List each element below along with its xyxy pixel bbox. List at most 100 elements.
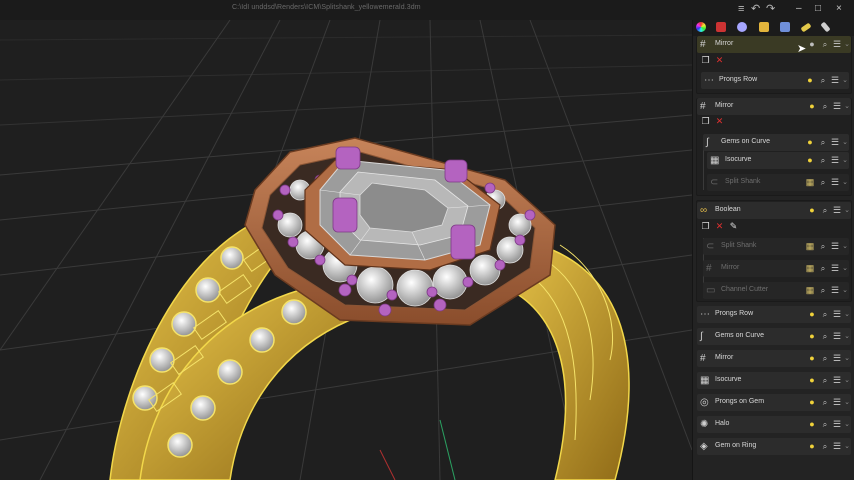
settings-lines-icon[interactable]: ☰ bbox=[832, 205, 842, 216]
visibility-bulb-icon[interactable]: ● bbox=[807, 309, 817, 320]
find-icon[interactable]: ⌕ bbox=[820, 441, 830, 452]
visibility-bulb-icon[interactable]: ● bbox=[805, 155, 815, 166]
maximize-button[interactable]: □ bbox=[815, 3, 821, 15]
history-item-split-shank[interactable]: ⊂ Split Shank ▦ ⌕ ☰ ⌄ bbox=[703, 238, 849, 255]
history-item-mirror[interactable]: # Mirror ▦ ⌕ ☰ ⌄ bbox=[703, 260, 849, 277]
delete-icon[interactable]: ✕ bbox=[715, 56, 724, 65]
history-item-boolean[interactable]: ∞ Boolean ● ⌕ ☰ ⌄ bbox=[697, 202, 851, 219]
material-icon[interactable] bbox=[716, 22, 726, 32]
lock-icon[interactable]: ▦ bbox=[805, 263, 815, 274]
settings-lines-icon[interactable]: ☰ bbox=[830, 263, 840, 274]
history-item-prongs-on-gem[interactable]: ◎ Prongs on Gem ● ⌕ ☰ ⌄ bbox=[697, 394, 851, 411]
menu-lines-icon[interactable]: ≡ bbox=[738, 3, 744, 15]
chevron-down-icon[interactable]: ⌄ bbox=[843, 441, 851, 452]
visibility-bulb-icon[interactable]: ● bbox=[807, 353, 817, 364]
history-item-gem-on-ring[interactable]: ◈ Gem on Ring ● ⌕ ☰ ⌄ bbox=[697, 438, 851, 455]
chevron-down-icon[interactable]: ⌄ bbox=[841, 137, 849, 148]
history-item-mirror[interactable]: # Mirror ● ⌕ ☰ ⌄ bbox=[697, 36, 851, 53]
settings-lines-icon[interactable]: ☰ bbox=[832, 419, 842, 430]
history-item-split-shank[interactable]: ⊂ Split Shank ▦ ⌕ ☰ ⌄ bbox=[707, 174, 849, 191]
find-icon[interactable]: ⌕ bbox=[820, 39, 830, 50]
find-icon[interactable]: ⌕ bbox=[820, 331, 830, 342]
settings-lines-icon[interactable]: ☰ bbox=[830, 285, 840, 296]
copy-icon[interactable]: ❐ bbox=[701, 117, 710, 126]
find-icon[interactable]: ⌕ bbox=[818, 155, 828, 166]
find-icon[interactable]: ⌕ bbox=[820, 375, 830, 386]
settings-lines-icon[interactable]: ☰ bbox=[830, 75, 840, 86]
chevron-down-icon[interactable]: ⌄ bbox=[841, 263, 849, 274]
history-item-mirror[interactable]: # Mirror ● ⌕ ☰ ⌄ bbox=[697, 350, 851, 367]
settings-lines-icon[interactable]: ☰ bbox=[832, 375, 842, 386]
settings-lines-icon[interactable]: ☰ bbox=[830, 241, 840, 252]
find-icon[interactable]: ⌕ bbox=[820, 205, 830, 216]
undo-icon[interactable]: ↶ bbox=[751, 3, 760, 15]
layers-icon[interactable] bbox=[737, 22, 747, 32]
copy-icon[interactable]: ❐ bbox=[701, 222, 710, 231]
edit-icon[interactable]: ✎ bbox=[729, 222, 738, 231]
chevron-down-icon[interactable]: ⌄ bbox=[841, 285, 849, 296]
visibility-bulb-icon[interactable]: ● bbox=[805, 137, 815, 148]
visibility-bulb-icon[interactable]: ● bbox=[807, 375, 817, 386]
chevron-down-icon[interactable]: ⌄ bbox=[843, 101, 851, 112]
visibility-bulb-icon[interactable]: ● bbox=[807, 101, 817, 112]
find-icon[interactable]: ⌕ bbox=[818, 263, 828, 274]
chevron-down-icon[interactable]: ⌄ bbox=[843, 39, 851, 50]
find-icon[interactable]: ⌕ bbox=[818, 241, 828, 252]
chevron-down-icon[interactable]: ⌄ bbox=[843, 375, 851, 386]
visibility-bulb-icon[interactable]: ● bbox=[807, 441, 817, 452]
visibility-bulb-icon[interactable]: ● bbox=[807, 397, 817, 408]
folder-icon[interactable] bbox=[759, 22, 769, 32]
chevron-down-icon[interactable]: ⌄ bbox=[841, 75, 849, 86]
visibility-bulb-icon[interactable]: ● bbox=[805, 75, 815, 86]
find-icon[interactable]: ⌕ bbox=[818, 137, 828, 148]
copy-icon[interactable]: ❐ bbox=[701, 56, 710, 65]
find-icon[interactable]: ⌕ bbox=[818, 285, 828, 296]
settings-lines-icon[interactable]: ☰ bbox=[830, 177, 840, 188]
settings-lines-icon[interactable]: ☰ bbox=[832, 397, 842, 408]
find-icon[interactable]: ⌕ bbox=[820, 309, 830, 320]
find-icon[interactable]: ⌕ bbox=[820, 397, 830, 408]
chevron-down-icon[interactable]: ⌄ bbox=[843, 353, 851, 364]
find-icon[interactable]: ⌕ bbox=[820, 419, 830, 430]
settings-lines-icon[interactable]: ☰ bbox=[832, 331, 842, 342]
color-wheel-icon[interactable] bbox=[696, 22, 706, 32]
close-button[interactable]: × bbox=[836, 3, 842, 15]
minimize-button[interactable]: – bbox=[796, 3, 802, 15]
visibility-bulb-icon[interactable]: ● bbox=[807, 205, 817, 216]
chevron-down-icon[interactable]: ⌄ bbox=[843, 309, 851, 320]
settings-lines-icon[interactable]: ☰ bbox=[830, 155, 840, 166]
image-icon[interactable] bbox=[780, 22, 790, 32]
wrench-icon[interactable] bbox=[820, 21, 831, 33]
find-icon[interactable]: ⌕ bbox=[820, 353, 830, 364]
chevron-down-icon[interactable]: ⌄ bbox=[843, 205, 851, 216]
settings-lines-icon[interactable]: ☰ bbox=[832, 353, 842, 364]
3d-viewport[interactable] bbox=[0, 20, 692, 480]
chevron-down-icon[interactable]: ⌄ bbox=[843, 419, 851, 430]
chevron-down-icon[interactable]: ⌄ bbox=[841, 155, 849, 166]
history-item-channel-cutter[interactable]: ▭ Channel Cutter ▦ ⌕ ☰ ⌄ bbox=[703, 282, 849, 299]
delete-icon[interactable]: ✕ bbox=[715, 222, 724, 231]
history-item-isocurve[interactable]: ▦ Isocurve ● ⌕ ☰ ⌄ bbox=[697, 372, 851, 389]
chevron-down-icon[interactable]: ⌄ bbox=[843, 331, 851, 342]
lock-icon[interactable]: ▦ bbox=[805, 241, 815, 252]
lock-icon[interactable]: ▦ bbox=[805, 177, 815, 188]
settings-lines-icon[interactable]: ☰ bbox=[832, 39, 842, 50]
history-item-halo[interactable]: ✺ Halo ● ⌕ ☰ ⌄ bbox=[697, 416, 851, 433]
pencil-icon[interactable] bbox=[800, 22, 812, 33]
history-item-isocurve[interactable]: ▦ Isocurve ● ⌕ ☰ ⌄ bbox=[707, 152, 849, 169]
settings-lines-icon[interactable]: ☰ bbox=[832, 441, 842, 452]
settings-lines-icon[interactable]: ☰ bbox=[830, 137, 840, 148]
find-icon[interactable]: ⌕ bbox=[820, 101, 830, 112]
lock-icon[interactable]: ▦ bbox=[805, 285, 815, 296]
history-item-mirror[interactable]: # Mirror ● ⌕ ☰ ⌄ bbox=[697, 98, 851, 115]
chevron-down-icon[interactable]: ⌄ bbox=[841, 177, 849, 188]
find-icon[interactable]: ⌕ bbox=[818, 75, 828, 86]
history-item-prongs-row[interactable]: ⋯ Prongs Row ● ⌕ ☰ ⌄ bbox=[701, 72, 849, 89]
redo-icon[interactable]: ↷ bbox=[766, 3, 775, 15]
history-item-prongs-row[interactable]: ⋯ Prongs Row ● ⌕ ☰ ⌄ bbox=[697, 306, 851, 323]
settings-lines-icon[interactable]: ☰ bbox=[832, 101, 842, 112]
history-item-gems-on-curve[interactable]: ∫ Gems on Curve ● ⌕ ☰ ⌄ bbox=[703, 134, 849, 151]
visibility-icon[interactable]: ● bbox=[807, 39, 817, 50]
chevron-down-icon[interactable]: ⌄ bbox=[841, 241, 849, 252]
visibility-bulb-icon[interactable]: ● bbox=[807, 419, 817, 430]
